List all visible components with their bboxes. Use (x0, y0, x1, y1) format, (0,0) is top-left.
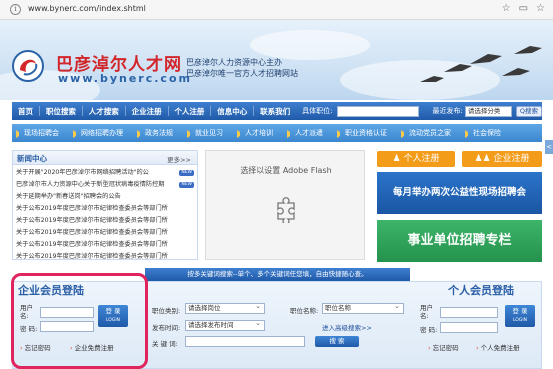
personal-register-link[interactable]: › 个人免费注册 (476, 342, 520, 352)
side-expand-arrow[interactable]: < (545, 140, 553, 154)
site-header: 巴彦淖尔人才网 www.bynerc.com 巴彦淖尔人力资源中心主办 巴彦淖尔… (0, 20, 553, 100)
nav-personal-register[interactable]: 个人注册 (168, 106, 210, 117)
new-badge: NEW (179, 182, 194, 188)
nav-company-register[interactable]: 企业注册 (126, 106, 168, 117)
tagline-1: 巴彦淖尔人力资源中心主办 (186, 58, 282, 67)
address-url[interactable]: www.bynerc.com/index.shtml (28, 4, 146, 13)
site-info-icon[interactable]: i (10, 4, 21, 15)
company-register-button[interactable]: ♟♟ 企业注册 (462, 151, 542, 167)
personal-pass-label: 密 码: (420, 326, 438, 334)
personal-login-button[interactable]: 登 录 LOGIN (505, 305, 535, 327)
recent-label: 最近发布: (432, 107, 463, 115)
news-item[interactable]: 关于公布2019年度巴彦淖尔市纪律检查委员会等部门所 (16, 215, 194, 227)
news-item[interactable]: 关于公布2019年度巴彦淖尔市纪律检查委员会等部门所 (16, 251, 194, 263)
time-label: 发布时间: (152, 324, 181, 332)
news-item[interactable]: 关于开展"2020年巴彦淖尔市网络招聘活动"的公 NEW (16, 167, 194, 179)
tagline-2: 巴彦淖尔唯一官方人才招聘网站 (186, 69, 298, 78)
job-type-select[interactable]: 请选择岗位 (185, 303, 265, 314)
main-nav: 首页 职位搜索 人才搜索 企业注册 个人注册 信息中心 联系我们 具体职位: 最… (12, 102, 542, 120)
cloud-decoration (250, 30, 370, 60)
category-select[interactable]: 请选择分类 (464, 105, 512, 117)
nav-info-center[interactable]: 信息中心 (211, 106, 253, 117)
job-fair-banner[interactable]: 每月举办两次公益性现场招聘会 (377, 172, 542, 214)
browser-address-bar: i www.bynerc.com/index.shtml ☆ ▭ ☆ (0, 0, 553, 20)
reader-icon[interactable]: ▭ (519, 3, 528, 14)
personal-password-input[interactable] (440, 322, 498, 333)
search-hint-strip: 按多关键词搜索--单个、多个关键词任您填，自由快捷随心查。 (145, 268, 410, 281)
new-badge: NEW (179, 170, 194, 176)
news-item[interactable]: 关于公布2019年度巴彦淖尔市纪律检查委员会等部门所 (16, 239, 194, 251)
personal-user-label-2: 名: (420, 312, 429, 320)
sub-nav-item[interactable]: 人才派遣 (283, 128, 333, 138)
keyword-label: 关 键 词: (152, 340, 178, 348)
job-name-select[interactable]: 职位名称 (322, 303, 404, 314)
sub-nav-item[interactable]: 职业资格认证 (333, 128, 397, 138)
personal-login-title: 个人会员登陆 (448, 284, 514, 297)
personal-register-button[interactable]: ♟ 个人注册 (377, 151, 455, 167)
personal-forgot-link[interactable]: › 忘记密码 (428, 342, 459, 352)
news-item[interactable]: 巴彦淖尔市人力资源中心关于新型冠状病毒疫情防控期 NEW (16, 179, 194, 191)
personal-username-input[interactable] (440, 307, 498, 318)
sub-nav: 现场招聘会 网络招聘办理 政务法规 就业见习 人才培训 人才派遣 职业资格认证 … (12, 124, 542, 142)
time-select[interactable]: 请选择发布时间 (185, 320, 265, 331)
sub-nav-item[interactable]: 网络招聘办理 (69, 128, 133, 138)
sub-nav-item[interactable]: 社会保险 (461, 128, 511, 138)
news-title[interactable]: 新闻中心 (17, 153, 47, 164)
sub-nav-item[interactable]: 流动党员之家 (397, 128, 461, 138)
flash-placeholder[interactable]: 选择以设置 Adobe Flash (205, 150, 365, 260)
plugin-puzzle-icon (277, 197, 295, 223)
public-institution-banner[interactable]: 事业单位招聘专栏 (377, 220, 542, 262)
geese-illustration (420, 46, 542, 82)
bookmark-icon[interactable]: ☆ (502, 3, 511, 14)
job-type-label: 职位类别: (152, 307, 181, 315)
search-submit-button[interactable]: 搜 索 (315, 336, 359, 347)
news-more-link[interactable]: 更多>> (167, 154, 191, 164)
news-panel: 新闻中心 更多>> 关于开展"2020年巴彦淖尔市网络招聘活动"的公 NEW 巴彦… (12, 150, 198, 260)
news-list: 关于开展"2020年巴彦淖尔市网络招聘活动"的公 NEW 巴彦淖尔市人力资源中心关… (13, 165, 197, 265)
logo-icon (12, 50, 44, 82)
highlight-annotation (11, 273, 148, 369)
sub-nav-item[interactable]: 现场招聘会 (12, 128, 69, 138)
header-search-button[interactable]: Q搜索 (515, 105, 542, 117)
news-item[interactable]: 关于公布2019年度巴彦淖尔市纪律检查委员会等部门所 (16, 227, 194, 239)
job-name-label: 职位名称: (290, 307, 319, 315)
nav-contact-us[interactable]: 联系我们 (254, 106, 296, 117)
news-item[interactable]: 关于公布2019年度巴彦淖尔市纪律检查委员会等部门所 (16, 203, 194, 215)
site-logo-url: www.bynerc.com (58, 72, 192, 85)
nav-job-search[interactable]: 职位搜索 (40, 106, 82, 117)
news-item[interactable]: 关于延期举办"新春送岗"招聘会的公告 (16, 191, 194, 203)
flash-text: 选择以设置 Adobe Flash (240, 166, 332, 175)
sub-nav-item[interactable]: 人才培训 (233, 128, 283, 138)
star-icon[interactable]: ☆ (536, 3, 545, 14)
sub-nav-item[interactable]: 就业见习 (183, 128, 233, 138)
keyword-input[interactable] (185, 336, 305, 347)
sub-nav-item[interactable]: 政务法规 (133, 128, 183, 138)
nav-home[interactable]: 首页 (12, 106, 39, 117)
position-input[interactable] (336, 105, 419, 117)
nav-talent-search[interactable]: 人才搜索 (83, 106, 125, 117)
advanced-search-link[interactable]: 进入高级搜索>> (322, 322, 372, 332)
position-label: 具体职位: (302, 107, 333, 115)
